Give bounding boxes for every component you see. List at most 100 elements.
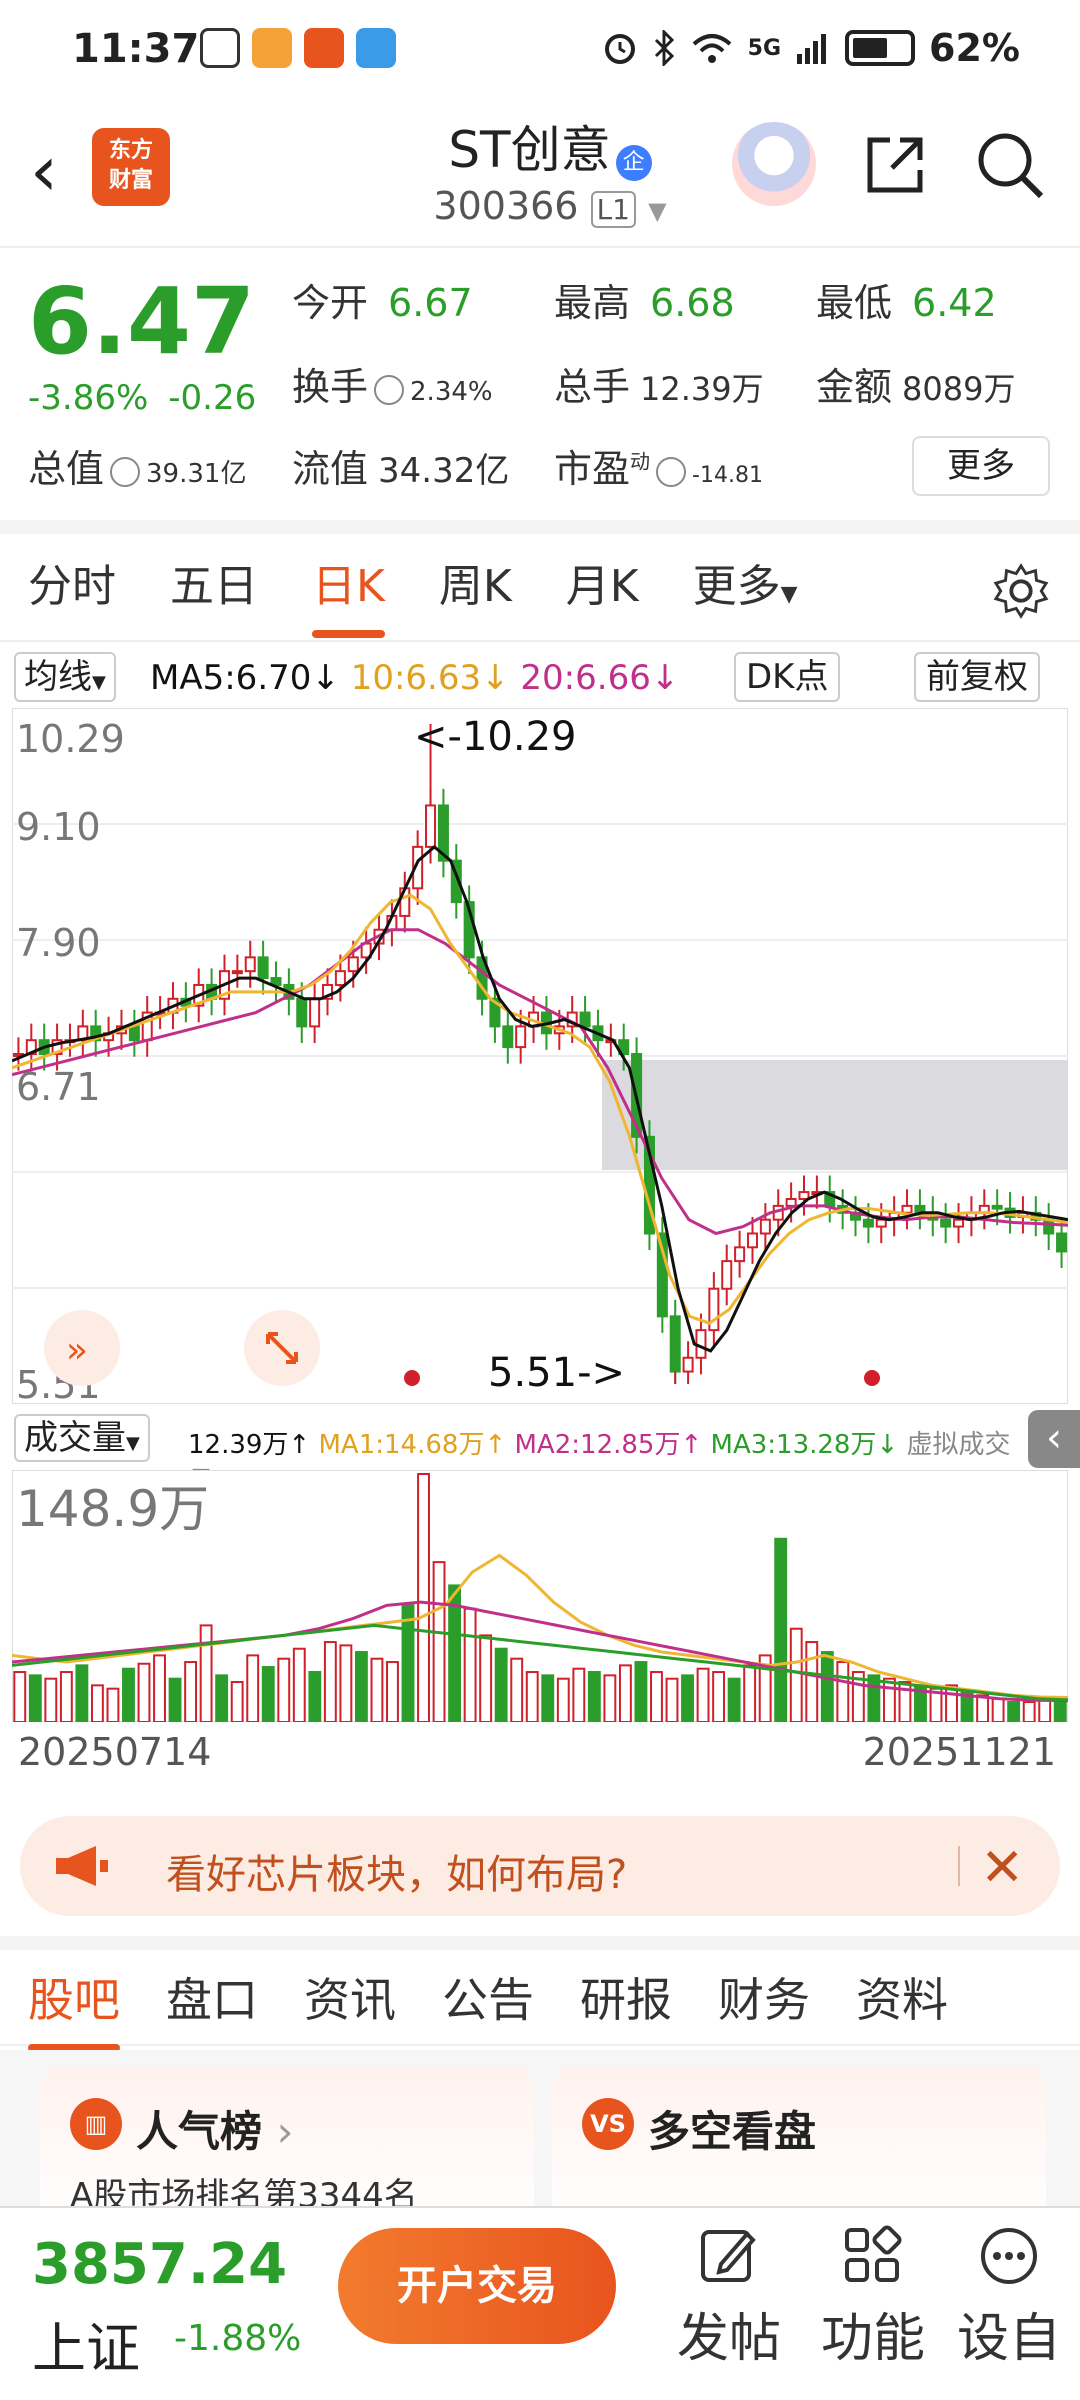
volume-bar [106,1687,120,1722]
tab-weekly-k[interactable]: 周K [439,550,512,614]
candle-body [502,1025,514,1049]
volume-bar [789,1627,803,1722]
event-marker[interactable] [864,1370,880,1386]
volume-bar [323,1641,337,1722]
tab-daily-k[interactable]: 日K [312,550,385,638]
app-notify-icon [252,28,292,68]
search-icon[interactable] [975,130,1045,200]
bull-bear-card[interactable]: VS 多空看盘 [552,2068,1046,2228]
volume-select[interactable]: 成交量▼ [14,1414,150,1462]
kline-chart[interactable]: 10.29 9.10 7.90 6.71 5.51 <-10.29 5.51->… [12,708,1068,1404]
alarm-icon [604,34,635,64]
info-icon[interactable] [110,456,141,487]
dk-point-button[interactable]: DK点 [734,652,841,702]
volume-bar [168,1677,182,1722]
candle-body [991,1204,1003,1210]
volume-bar [246,1654,260,1722]
ma5-value: MA5:6.70↓ [150,658,340,698]
index-change: -1.88% [174,2318,302,2359]
event-marker[interactable] [404,1370,420,1386]
close-icon[interactable]: ✕ [980,1838,1024,1898]
adjust-button[interactable]: 前复权 [914,652,1040,702]
candle-body [515,1025,527,1049]
bluetooth-icon [654,30,674,66]
tab-intraday[interactable]: 分时 [28,550,116,614]
candle-body [128,1025,140,1042]
candle-body [669,1315,681,1373]
volume-bar [184,1661,198,1722]
volume-bar [59,1671,73,1722]
tab-profile[interactable]: 资料 [856,1964,948,2030]
index-value[interactable]: 3857.24 [32,2232,287,2297]
nav-post[interactable]: 发帖 [674,2224,784,2371]
volume-bar [603,1674,617,1722]
volume-max-label: 148.9万 [16,1480,209,1538]
volume-bar [463,1607,477,1722]
y-tick-label: 9.10 [16,805,101,849]
ai-assistant-icon[interactable] [732,122,816,206]
volume-legend-bar: 成交量▼ 12.39万↑ MA1:14.68万↑ MA2:12.85万↑ MA3… [0,1410,1080,1497]
volume-bar [836,1661,850,1722]
volume-chart[interactable]: 148.9万 [12,1470,1068,1722]
stock-code: 300366 [433,184,579,228]
volume-bar [13,1671,27,1722]
volume-bar [727,1677,741,1722]
tab-research[interactable]: 研报 [580,1964,672,2030]
candle-body [940,1218,952,1228]
tab-forum[interactable]: 股吧 [28,1964,120,2052]
volume-bar [882,1677,896,1722]
y-tick-label: 10.29 [16,717,125,761]
tab-order-book[interactable]: 盘口 [166,1964,258,2030]
info-icon[interactable] [656,456,687,487]
candle-body [1056,1232,1068,1253]
volume-bar [370,1657,384,1722]
stock-title[interactable]: ST创意 企 300366 L1 ▼ [420,110,680,228]
y-tick-label: 6.71 [16,1065,101,1109]
chart-period-tabs: 分时 五日 日K 周K 月K 更多▼ [0,520,1080,638]
tab-announcements[interactable]: 公告 [442,1964,534,2030]
index-name[interactable]: 上证 [32,2304,140,2383]
low-item: 最低 6.42 [816,281,997,325]
volume-bar [1038,1697,1052,1722]
indicator-select[interactable]: 均线▼ [14,652,116,702]
candle-body [682,1356,694,1373]
caret-down-icon: ▼ [780,582,798,607]
info-icon[interactable] [374,374,405,405]
promo-banner[interactable]: 看好芯片板块，如何布局? ✕ [20,1816,1060,1916]
nav-custom[interactable]: 设自 [954,2224,1064,2371]
vs-icon: VS [582,2098,634,2150]
candle-body [734,1246,746,1263]
gap-zone [602,1060,1068,1170]
more-button[interactable]: 更多 [912,436,1050,496]
more-dots-icon [981,2228,1037,2284]
volume-item: 总手 12.39万 [554,365,764,409]
open-item: 今开 6.67 [292,281,473,325]
volume-bar [292,1647,306,1722]
share-icon[interactable] [860,130,930,200]
tab-more[interactable]: 更多▼ [693,550,798,614]
volume-bar [153,1654,166,1722]
tab-finance[interactable]: 财务 [718,1964,810,2030]
collapse-panel-icon[interactable]: ‹ [1028,1410,1080,1468]
popularity-card[interactable]: ▥ 人气榜 › A股市场排名第3344名 [40,2068,534,2228]
y-tick-label: 7.90 [16,921,101,965]
feature-cards: ▥ 人气榜 › A股市场排名第3344名 VS 多空看盘 [0,2050,1080,2228]
candle-body [334,970,346,986]
open-account-trade-button[interactable]: 开户交易 [338,2228,616,2344]
candle-body [309,997,321,1028]
tab-news[interactable]: 资讯 [304,1964,396,2030]
tab-five-day[interactable]: 五日 [170,550,258,614]
candle-body [1043,1218,1055,1235]
volume-bar [28,1674,42,1722]
card-title: 人气榜 › [136,2107,294,2156]
gear-icon[interactable] [992,562,1050,620]
nav-functions[interactable]: 功能 [818,2224,928,2371]
max-price-note: <-10.29 [414,714,576,760]
volume-bar [137,1662,151,1722]
candle-body [257,956,269,980]
tab-monthly-k[interactable]: 月K [566,550,639,614]
price-change: -3.86% -0.26 [28,378,257,418]
volume-bar [618,1664,632,1722]
candle-body [901,1204,913,1214]
back-arrow-icon[interactable]: ‹ [30,130,58,212]
